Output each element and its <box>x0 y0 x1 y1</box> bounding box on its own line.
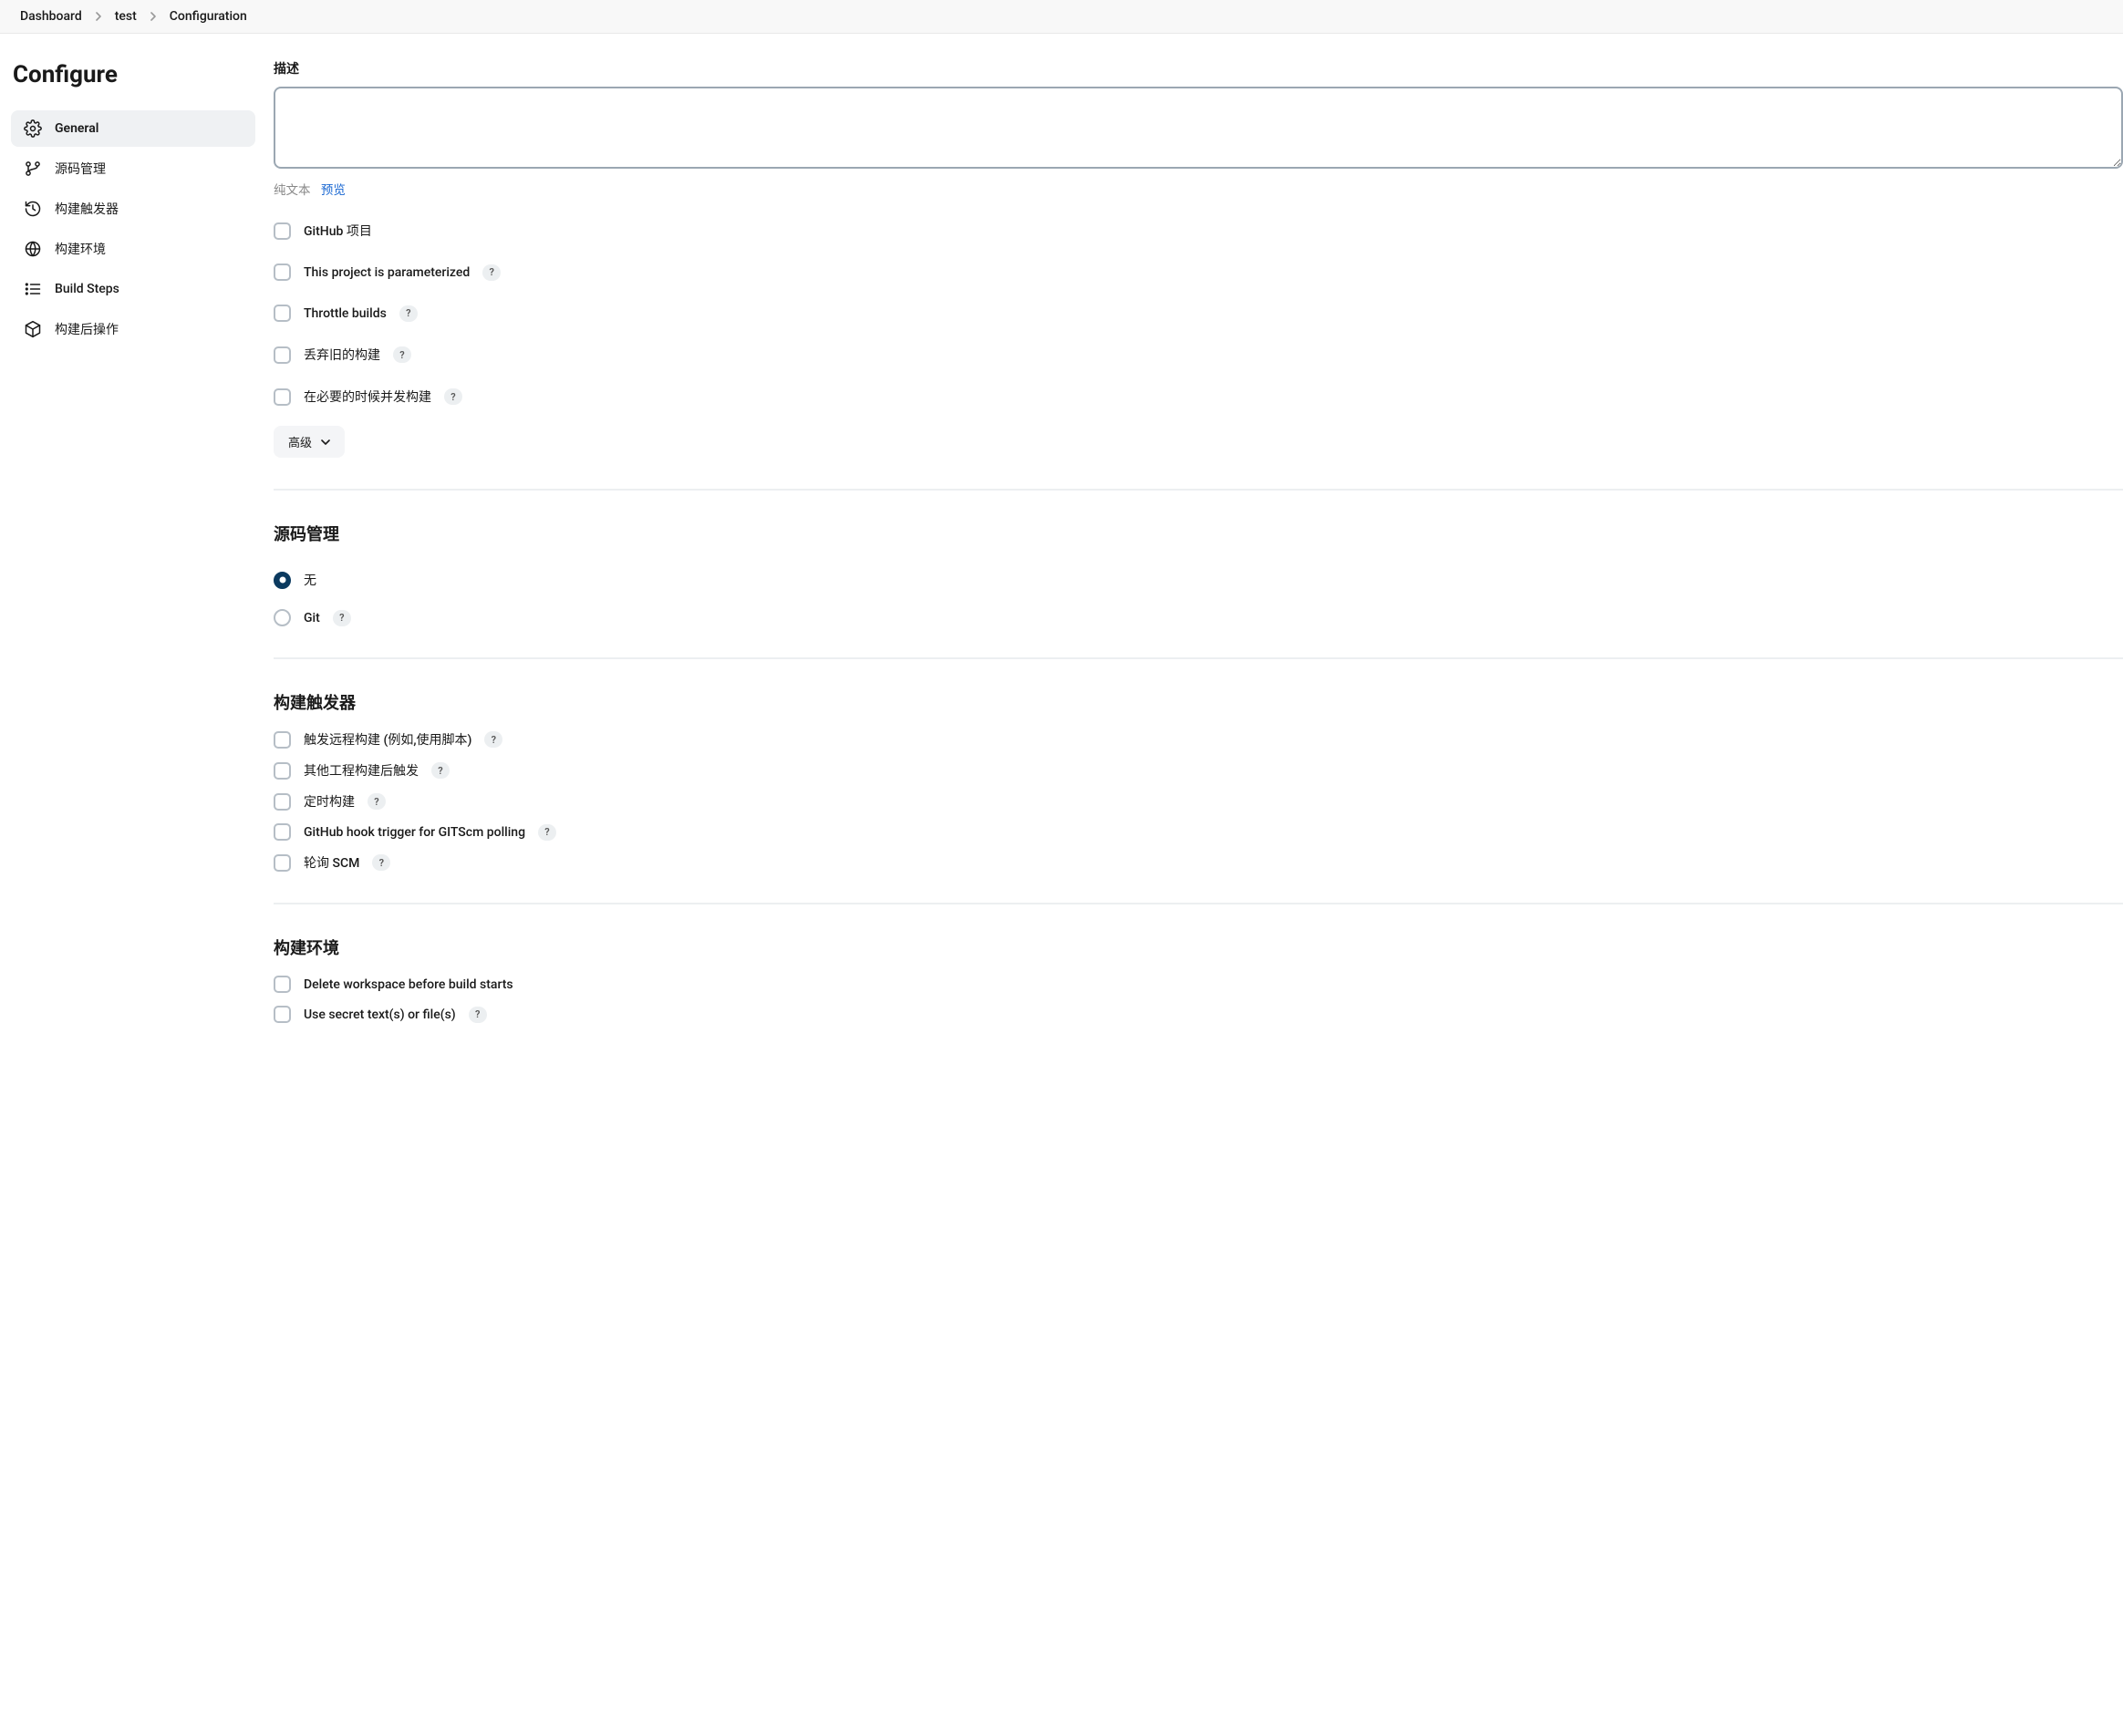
checkbox-label[interactable]: Throttle builds <box>304 306 387 321</box>
checkbox-row-parameterized: This project is parameterized ? <box>274 264 2123 281</box>
checkbox-label[interactable]: 触发远程构建 (例如,使用脚本) <box>304 730 471 749</box>
page-title: Configure <box>11 61 255 110</box>
checkbox[interactable] <box>274 388 291 406</box>
checkbox-row-schedule: 定时构建 ? <box>274 792 2123 811</box>
checkbox[interactable] <box>274 823 291 841</box>
sidebar-item-triggers[interactable]: 构建触发器 <box>11 191 255 227</box>
checkbox-row-throttle: Throttle builds ? <box>274 305 2123 322</box>
checkbox-label[interactable]: GitHub 项目 <box>304 222 372 240</box>
chevron-down-icon <box>321 439 330 446</box>
checkbox-label[interactable]: Delete workspace before build starts <box>304 977 513 992</box>
section-build-env: 构建环境 Delete workspace before build start… <box>274 903 2123 1023</box>
gear-icon <box>24 119 42 138</box>
sidebar-item-label: 源码管理 <box>55 160 106 178</box>
main-content: 描述 纯文本 预览 GitHub 项目 This project is para… <box>264 34 2123 1059</box>
description-mode-row: 纯文本 预览 <box>274 180 2123 198</box>
help-icon[interactable]: ? <box>482 264 501 281</box>
checkbox-label[interactable]: This project is parameterized <box>304 265 470 280</box>
help-icon[interactable]: ? <box>538 824 556 841</box>
description-label: 描述 <box>274 59 2123 78</box>
radio-label[interactable]: 无 <box>304 571 316 589</box>
checkbox[interactable] <box>274 731 291 749</box>
description-textarea[interactable] <box>274 87 2123 169</box>
checkbox-label[interactable]: GitHub hook trigger for GITScm polling <box>304 825 525 840</box>
advanced-button-label: 高级 <box>288 433 312 450</box>
globe-icon <box>24 240 42 258</box>
checkbox-row-github-hook: GitHub hook trigger for GITScm polling ? <box>274 823 2123 841</box>
radio[interactable] <box>274 609 291 626</box>
checkbox-row-remote-trigger: 触发远程构建 (例如,使用脚本) ? <box>274 730 2123 749</box>
sidebar-item-build-steps[interactable]: Build Steps <box>11 271 255 307</box>
advanced-button[interactable]: 高级 <box>274 426 345 458</box>
radio-row-git: Git ? <box>274 609 2123 626</box>
section-triggers: 构建触发器 触发远程构建 (例如,使用脚本) ? 其他工程构建后触发 ? 定时构… <box>274 657 2123 872</box>
checkbox-row-concurrent: 在必要的时候并发构建 ? <box>274 388 2123 406</box>
help-icon[interactable]: ? <box>393 346 411 363</box>
sidebar-item-label: Build Steps <box>55 282 119 296</box>
help-icon[interactable]: ? <box>399 305 418 322</box>
package-icon <box>24 320 42 338</box>
checkbox-label[interactable]: Use secret text(s) or file(s) <box>304 1008 456 1022</box>
checkbox-label[interactable]: 定时构建 <box>304 792 355 811</box>
help-icon[interactable]: ? <box>368 793 386 810</box>
checkbox-label[interactable]: 轮询 SCM <box>304 853 359 872</box>
sidebar-item-general[interactable]: General <box>11 110 255 147</box>
checkbox[interactable] <box>274 1006 291 1023</box>
chevron-right-icon <box>150 12 157 21</box>
radio-label[interactable]: Git <box>304 611 320 625</box>
radio-row-none: 无 <box>274 571 2123 589</box>
section-title-triggers: 构建触发器 <box>274 690 2123 714</box>
sidebar: Configure General 源码管理 构建触发器 <box>0 34 264 1059</box>
history-icon <box>24 200 42 218</box>
checkbox-row-after-other: 其他工程构建后触发 ? <box>274 761 2123 780</box>
sidebar-nav: General 源码管理 构建触发器 构建环境 <box>11 110 255 347</box>
checkbox-row-discard-old: 丢弃旧的构建 ? <box>274 346 2123 364</box>
checkbox-row-github-project: GitHub 项目 <box>274 222 2123 240</box>
checkbox[interactable] <box>274 222 291 240</box>
checkbox[interactable] <box>274 854 291 872</box>
help-icon[interactable]: ? <box>333 610 351 626</box>
section-scm: 源码管理 无 Git ? <box>274 489 2123 626</box>
breadcrumb: Dashboard test Configuration <box>0 0 2123 34</box>
preview-link[interactable]: 预览 <box>321 183 346 198</box>
checkbox-row-delete-ws: Delete workspace before build starts <box>274 976 2123 993</box>
git-branch-icon <box>24 160 42 178</box>
sidebar-item-label: 构建触发器 <box>55 200 119 218</box>
breadcrumb-configuration[interactable]: Configuration <box>170 9 247 24</box>
sidebar-item-build-env[interactable]: 构建环境 <box>11 231 255 267</box>
sidebar-item-post-build[interactable]: 构建后操作 <box>11 311 255 347</box>
checkbox[interactable] <box>274 264 291 281</box>
breadcrumb-dashboard[interactable]: Dashboard <box>20 9 82 24</box>
checkbox[interactable] <box>274 305 291 322</box>
list-icon <box>24 280 42 298</box>
help-icon[interactable]: ? <box>444 388 462 405</box>
checkbox-row-secrets: Use secret text(s) or file(s) ? <box>274 1006 2123 1023</box>
checkbox-label[interactable]: 在必要的时候并发构建 <box>304 388 431 406</box>
checkbox-label[interactable]: 丢弃旧的构建 <box>304 346 380 364</box>
breadcrumb-test[interactable]: test <box>115 9 137 24</box>
help-icon[interactable]: ? <box>484 731 502 748</box>
help-icon[interactable]: ? <box>431 762 450 779</box>
help-icon[interactable]: ? <box>372 854 390 871</box>
plain-text-label: 纯文本 <box>274 183 311 198</box>
chevron-right-icon <box>95 12 102 21</box>
checkbox[interactable] <box>274 346 291 364</box>
sidebar-item-label: General <box>55 121 98 136</box>
radio[interactable] <box>274 572 291 589</box>
sidebar-item-label: 构建环境 <box>55 240 106 258</box>
help-icon[interactable]: ? <box>469 1007 487 1023</box>
checkbox[interactable] <box>274 793 291 811</box>
checkbox-row-poll-scm: 轮询 SCM ? <box>274 853 2123 872</box>
section-title-build-env: 构建环境 <box>274 935 2123 959</box>
sidebar-item-label: 构建后操作 <box>55 320 119 338</box>
checkbox[interactable] <box>274 976 291 993</box>
checkbox[interactable] <box>274 762 291 780</box>
section-title-scm: 源码管理 <box>274 522 2123 545</box>
checkbox-label[interactable]: 其他工程构建后触发 <box>304 761 419 780</box>
sidebar-item-scm[interactable]: 源码管理 <box>11 150 255 187</box>
